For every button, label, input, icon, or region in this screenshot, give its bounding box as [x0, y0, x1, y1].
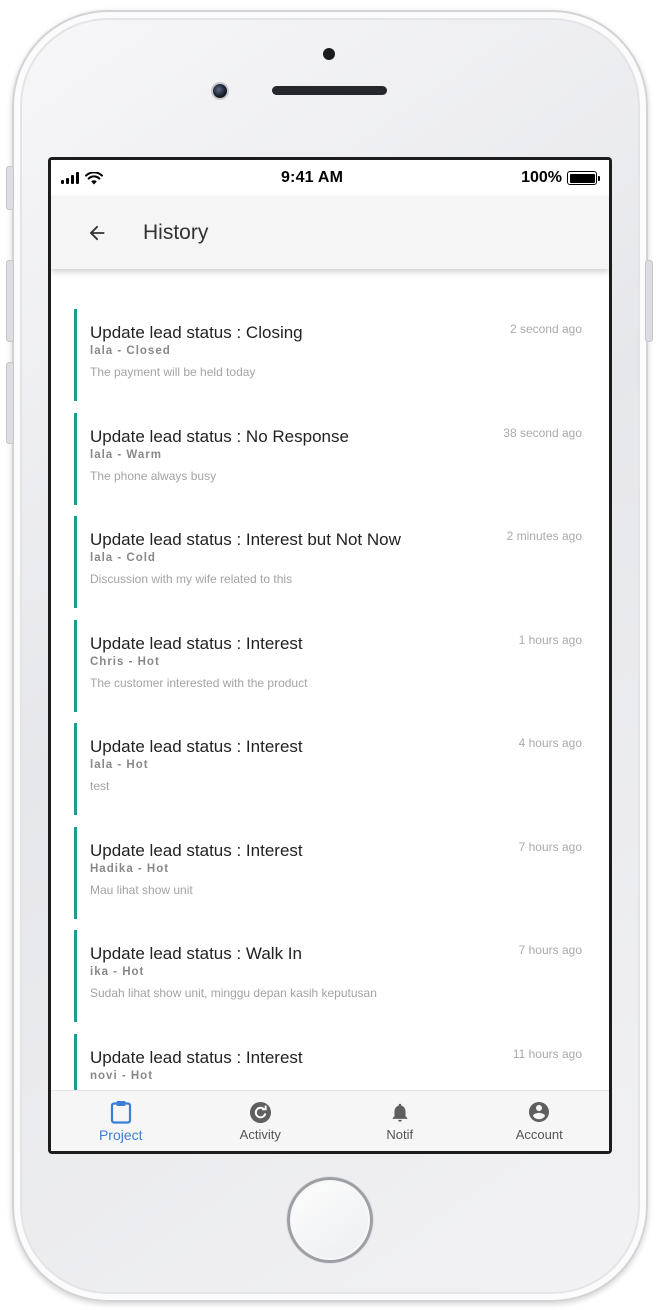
history-item-lead: lala - Cold	[90, 552, 156, 564]
history-item-note: The phone always busy	[90, 468, 217, 483]
page-title: History	[143, 220, 209, 244]
status-indicators	[61, 171, 103, 185]
history-item-note: Sudah lihat show unit, minggu depan kasi…	[90, 986, 377, 1000]
history-item-note: The payment will be held today	[90, 365, 256, 379]
back-button[interactable]	[77, 213, 117, 253]
app-bar: History	[51, 196, 609, 269]
history-item-note: Mau lihat show unit	[90, 882, 193, 897]
history-item-time: 2 second ago	[509, 322, 582, 336]
status-time: 9:41 AM	[280, 169, 344, 186]
history-item-lead: lala - Warm	[90, 448, 162, 461]
history-item-note: Discussion with my wife related to this	[90, 572, 293, 586]
history-item-lead: Hadika - Hot	[90, 862, 170, 875]
battery-status: 100%	[521, 169, 600, 187]
nav-label: Project	[98, 1126, 143, 1143]
home-button[interactable]	[287, 1177, 373, 1263]
history-item[interactable]: Update lead status : Walk In ika - Hot S…	[74, 930, 594, 1022]
front-camera	[211, 82, 229, 100]
history-item-lead: novi - Hot	[90, 1069, 154, 1082]
volume-up-button	[6, 260, 14, 342]
history-item[interactable]: Update lead status : Interest but Not No…	[74, 516, 594, 608]
history-item-time: 2 minutes ago	[506, 529, 582, 543]
bottom-navigation: Project Activity Notif Account	[51, 1090, 609, 1151]
history-item[interactable]: Update lead status : Interest Hadika - H…	[74, 826, 594, 919]
history-item-note: The customer interested with the product	[90, 675, 308, 690]
bell-icon	[388, 1100, 412, 1124]
account-circle-icon	[527, 1100, 551, 1124]
history-item-lead: lala - Hot	[90, 759, 149, 771]
proximity-sensor	[323, 48, 335, 60]
status-bar: 9:41 AM 100%	[51, 160, 609, 196]
history-item[interactable]: Update lead status : Interest lala - Hot…	[74, 723, 594, 815]
nav-label: Account	[515, 1127, 563, 1142]
battery-icon	[567, 171, 600, 185]
nav-label: Notif	[386, 1127, 414, 1142]
power-button	[645, 260, 653, 342]
history-item[interactable]: Update lead status : Interest Chris - Ho…	[74, 619, 594, 712]
history-item-time: 4 hours ago	[518, 736, 582, 750]
history-item-lead: Chris - Hot	[90, 655, 160, 668]
cellular-signal-icon	[61, 172, 79, 184]
history-item-time: 11 hours ago	[512, 1046, 582, 1061]
battery-percent: 100%	[521, 169, 562, 186]
refresh-circle-icon	[248, 1100, 272, 1124]
history-item-time: 7 hours ago	[518, 943, 582, 957]
phone-screen: 9:41 AM 100% History Update lead status …	[48, 157, 612, 1154]
earpiece-speaker	[272, 86, 387, 95]
arrow-left-icon	[89, 225, 105, 240]
wifi-icon	[85, 171, 103, 184]
mute-switch	[6, 166, 14, 210]
history-item[interactable]: Update lead status : Interest novi - Hot…	[74, 1033, 594, 1090]
nav-label: Activity	[239, 1127, 281, 1142]
app-screen: 9:41 AM 100% History Update lead status …	[51, 160, 609, 1151]
history-item[interactable]: Update lead status : Closing lala - Clos…	[74, 309, 594, 401]
history-item-time: 7 hours ago	[518, 839, 582, 854]
history-list[interactable]: Update lead status : Closing lala - Clos…	[51, 282, 609, 1090]
history-item-note: test	[90, 779, 110, 793]
clipboard-icon	[109, 1100, 133, 1124]
history-item[interactable]: Update lead status : No Response lala - …	[74, 412, 594, 505]
nav-item-project[interactable]: Project	[51, 1091, 191, 1151]
nav-item-notif[interactable]: Notif	[330, 1091, 470, 1151]
history-item-time: 38 second ago	[503, 425, 582, 440]
nav-item-activity[interactable]: Activity	[191, 1091, 331, 1151]
volume-down-button	[6, 362, 14, 444]
history-item-lead: lala - Closed	[90, 345, 171, 357]
history-item-lead: ika - Hot	[90, 966, 145, 978]
nav-item-account[interactable]: Account	[470, 1091, 610, 1151]
history-item-time: 1 hours ago	[518, 632, 582, 647]
